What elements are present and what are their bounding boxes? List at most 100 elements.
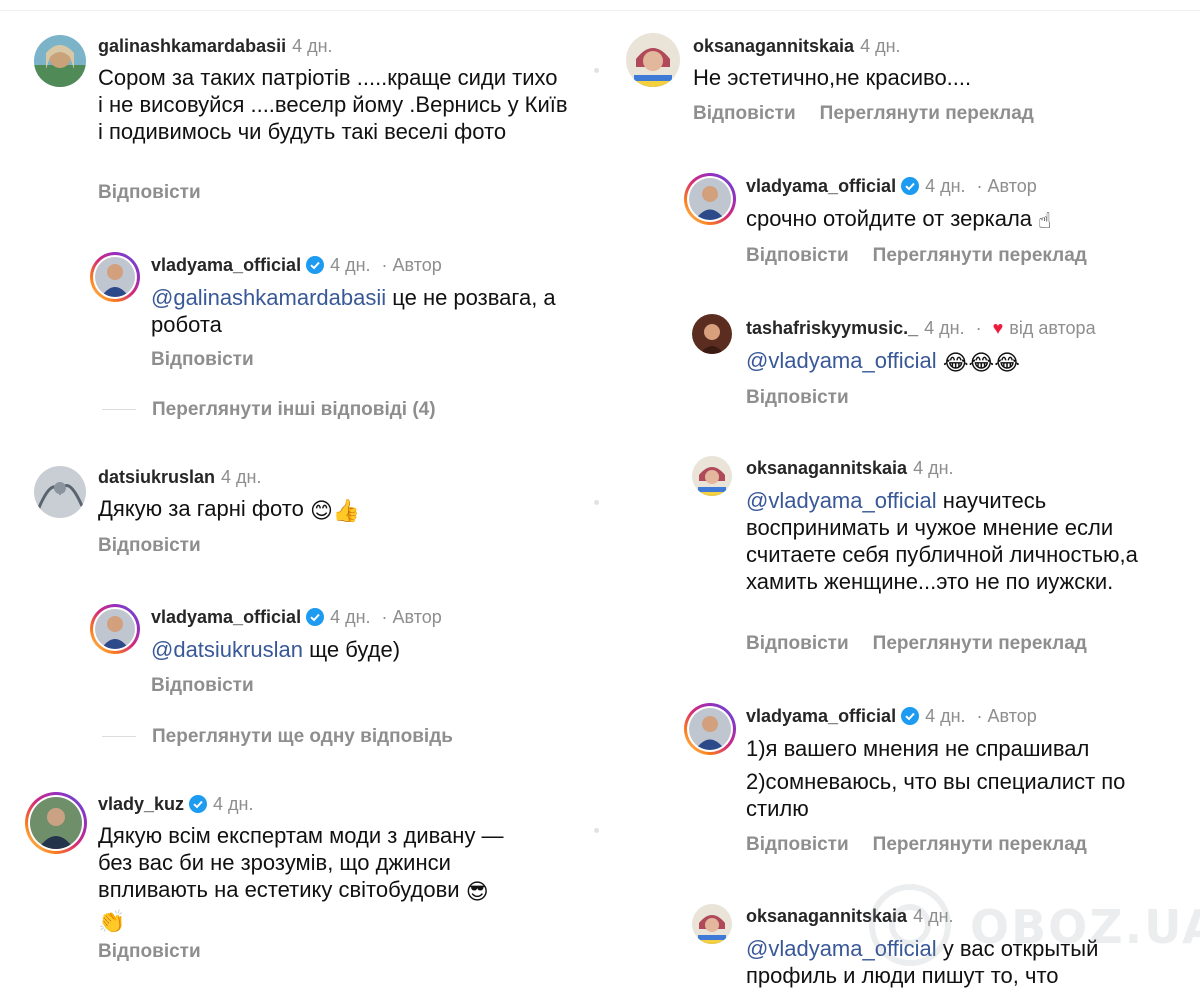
- watermark-text: OBOZ.UA: [970, 900, 1200, 954]
- avatar[interactable]: [626, 33, 680, 87]
- comment-meta: oksanagannitskaia 4 дн.: [693, 35, 901, 57]
- avatar[interactable]: [692, 314, 732, 354]
- mention-link[interactable]: @datsiukruslan: [151, 637, 303, 662]
- avatar[interactable]: [692, 456, 732, 496]
- more-options-dot[interactable]: [594, 68, 599, 73]
- username[interactable]: oksanagannitskaia: [746, 458, 907, 478]
- timestamp[interactable]: 4 дн.: [925, 706, 965, 726]
- heart-icon: ♥: [992, 318, 1004, 338]
- comment-text: @vladyama_official 😂😂😂: [746, 347, 1176, 377]
- reply-button[interactable]: Відповісти: [746, 834, 849, 855]
- view-more-replies-button[interactable]: Переглянути інші відповіді (4): [102, 399, 436, 421]
- avatar[interactable]: [90, 604, 140, 654]
- avatar[interactable]: [25, 792, 87, 854]
- view-one-more-reply-button[interactable]: Переглянути ще одну відповідь: [102, 726, 453, 748]
- smile-emoji-icon: 😊: [309, 499, 333, 524]
- comment-meta: oksanagannitskaia 4 дн.: [746, 457, 954, 479]
- timestamp[interactable]: 4 дн.: [925, 176, 965, 196]
- comment-meta: vlady_kuz 4 дн.: [98, 793, 254, 818]
- comment-actions: Відповісти: [151, 349, 254, 371]
- reply-button[interactable]: Відповісти: [746, 245, 849, 266]
- reply-button[interactable]: Відповісти: [151, 349, 254, 370]
- timestamp[interactable]: 4 дн.: [924, 318, 964, 338]
- reply-button[interactable]: Відповісти: [98, 535, 201, 556]
- timestamp[interactable]: 4 дн.: [330, 607, 370, 627]
- comment-meta: datsiukruslan 4 дн.: [98, 466, 262, 488]
- avatar[interactable]: [34, 466, 86, 518]
- liked-by-author-label: від автора: [1009, 318, 1096, 338]
- username[interactable]: vladyama_official: [151, 607, 301, 627]
- username[interactable]: galinashkamardabasii: [98, 36, 286, 56]
- username[interactable]: vladyama_official: [151, 255, 301, 275]
- verified-badge-icon: [306, 608, 325, 631]
- comment-actions: Відповісти Переглянути переклад: [746, 245, 1087, 267]
- reply-button[interactable]: Відповісти: [98, 182, 201, 203]
- mention-link[interactable]: @galinashkamardabasii: [151, 285, 386, 310]
- see-translation-button[interactable]: Переглянути переклад: [873, 834, 1087, 855]
- comment-text: Дякую за гарні фото 😊👍: [98, 496, 361, 524]
- comment-actions: Відповісти: [98, 182, 201, 204]
- mention-link[interactable]: @vladyama_official: [746, 488, 937, 513]
- reply-button[interactable]: Відповісти: [746, 633, 849, 654]
- username[interactable]: datsiukruslan: [98, 467, 215, 487]
- reply-button[interactable]: Відповісти: [98, 941, 201, 962]
- timestamp[interactable]: 4 дн.: [330, 255, 370, 275]
- comment-meta: vladyama_official 4 дн. · Автор: [746, 175, 1037, 200]
- username[interactable]: vladyama_official: [746, 176, 896, 196]
- tears-of-joy-emoji-icon: 😂😂😂: [942, 351, 1020, 376]
- timestamp[interactable]: 4 дн.: [913, 458, 953, 478]
- comment-meta: vladyama_official 4 дн. · Автор: [746, 705, 1037, 730]
- comment-text: Сором за таких патріотів .....краще сиди…: [98, 65, 568, 144]
- username[interactable]: oksanagannitskaia: [693, 36, 854, 56]
- verified-badge-icon: [306, 256, 325, 279]
- comment-actions: Відповісти: [746, 387, 849, 409]
- index-pointing-up-emoji-icon: ☝: [1038, 209, 1052, 234]
- comment-text: срочно отойдите от зеркала ☝: [746, 206, 1052, 234]
- username[interactable]: tashafriskyymusic._: [746, 318, 918, 338]
- author-label: Автор: [987, 176, 1037, 196]
- comment-text: @galinashkamardabasii це не розвага, а р…: [151, 285, 556, 337]
- avatar[interactable]: [90, 252, 140, 302]
- more-options-dot[interactable]: [594, 828, 599, 833]
- verified-badge-icon: [901, 707, 920, 730]
- avatar[interactable]: [684, 703, 736, 755]
- clapping-hands-emoji-icon: 👏: [98, 910, 126, 935]
- verified-badge-icon: [901, 177, 920, 200]
- avatar[interactable]: [684, 173, 736, 225]
- reply-button[interactable]: Відповісти: [151, 675, 254, 696]
- comment-actions: Відповісти Переглянути переклад: [693, 103, 1034, 125]
- comment-actions: Відповісти: [98, 941, 201, 963]
- timestamp[interactable]: 4 дн.: [292, 36, 332, 56]
- comment-meta: tashafriskyymusic._ 4 дн. · ♥ від автора: [746, 318, 1096, 338]
- comment-text: @datsiukruslan ще буде): [151, 637, 401, 662]
- username[interactable]: vlady_kuz: [98, 794, 184, 814]
- comment-actions: Відповісти Переглянути переклад: [746, 834, 1087, 856]
- comment-actions: Відповісти: [98, 535, 201, 557]
- right-comment-column: oksanagannitskaia 4 дн. Не эстетично,не к…: [600, 0, 1200, 1000]
- mention-link[interactable]: @vladyama_official: [746, 348, 937, 373]
- avatar[interactable]: [692, 904, 732, 944]
- timestamp[interactable]: 4 дн.: [221, 467, 261, 487]
- comment-text: Дякую всім експертам моди з дивану — без…: [98, 823, 504, 935]
- avatar[interactable]: [34, 35, 86, 87]
- username[interactable]: vladyama_official: [746, 706, 896, 726]
- see-translation-button[interactable]: Переглянути переклад: [873, 245, 1087, 266]
- timestamp[interactable]: 4 дн.: [860, 36, 900, 56]
- comment-meta: vladyama_official 4 дн. · Автор: [151, 606, 442, 631]
- more-options-dot[interactable]: [594, 500, 599, 505]
- sunglasses-emoji-icon: 😎: [465, 880, 489, 905]
- timestamp[interactable]: 4 дн.: [213, 794, 253, 814]
- comment-actions: Відповісти Переглянути переклад: [746, 633, 1087, 655]
- oboz-watermark: OBOZ.UA: [860, 880, 1200, 970]
- author-label: Автор: [392, 255, 442, 275]
- comment-meta: galinashkamardabasii 4 дн.: [98, 35, 333, 57]
- see-translation-button[interactable]: Переглянути переклад: [820, 103, 1034, 124]
- comment-text-line-2: 2)сомневаюсь, что вы специалист по стилю: [746, 769, 1126, 821]
- oboz-logo-icon: [869, 884, 951, 966]
- reply-button[interactable]: Відповісти: [746, 387, 849, 408]
- comment-text: Не эстетично,не красиво....: [693, 65, 972, 90]
- comment-meta: vladyama_official 4 дн. · Автор: [151, 254, 442, 279]
- author-label: Автор: [987, 706, 1037, 726]
- see-translation-button[interactable]: Переглянути переклад: [873, 633, 1087, 654]
- reply-button[interactable]: Відповісти: [693, 103, 796, 124]
